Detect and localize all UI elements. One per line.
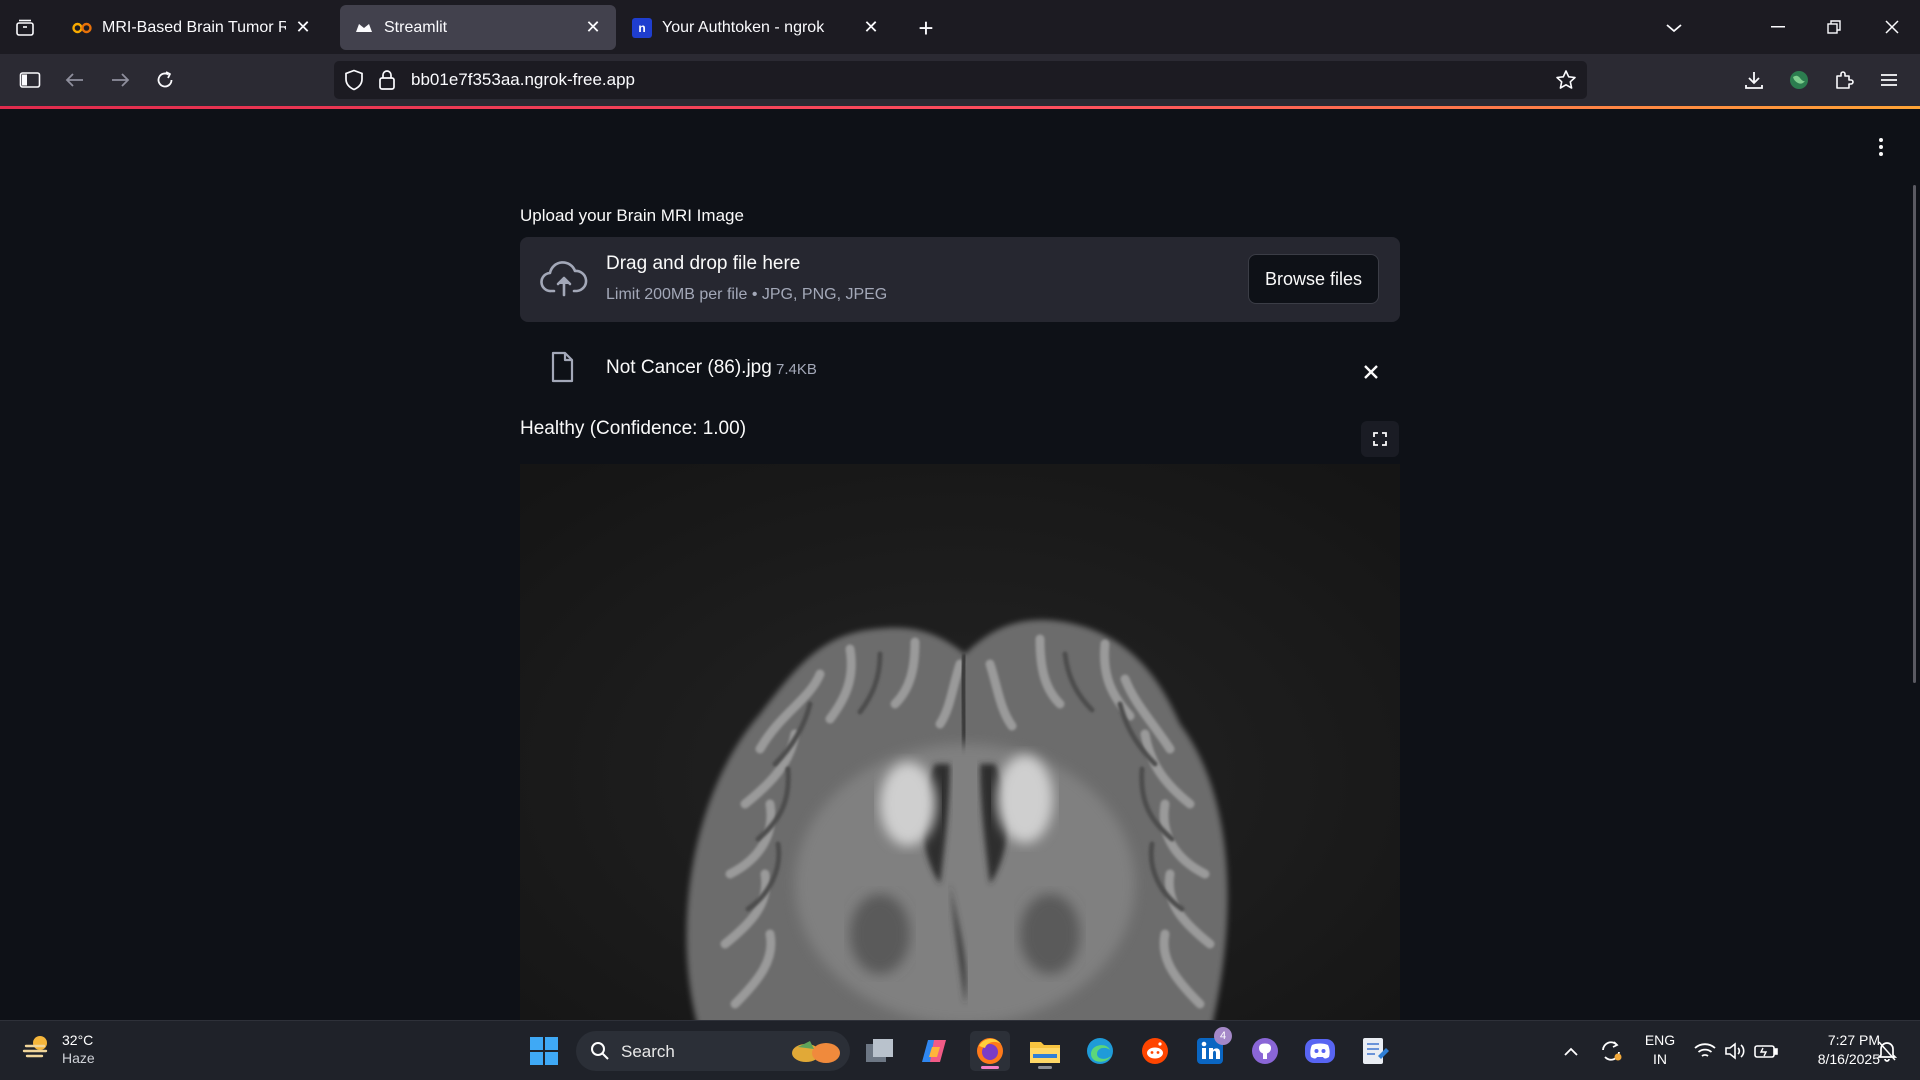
close-window-icon[interactable] [1872,10,1912,44]
lang-line1: ENG [1644,1032,1676,1048]
close-icon[interactable]: ✕ [860,17,882,39]
file-explorer-icon[interactable] [1025,1031,1065,1071]
tab-title: MRI-Based Brain Tumor Recogn [102,18,286,36]
menu-hamburger-icon[interactable] [1873,64,1905,96]
file-dropzone[interactable]: Drag and drop file here Limit 200MB per … [520,237,1400,322]
wifi-icon[interactable] [1692,1031,1718,1071]
taskbar-search[interactable]: Search [576,1031,850,1071]
extensions-puzzle-icon[interactable] [1828,64,1860,96]
search-label: Search [621,1042,675,1061]
uploader-label: Upload your Brain MRI Image [520,206,744,225]
new-tab-button[interactable]: + [912,13,940,43]
file-icon [550,351,574,388]
show-hidden-icons-chevron-icon[interactable] [1557,1031,1585,1071]
lock-icon[interactable] [378,69,396,96]
minimize-icon[interactable] [1758,10,1798,44]
browser-tab-strip: MRI-Based Brain Tumor Recogn ✕ Streamlit… [0,0,1920,54]
mri-image [520,464,1400,1020]
active-indicator [981,1066,999,1069]
discord-icon[interactable] [1300,1031,1340,1071]
restore-icon[interactable] [1814,10,1854,44]
back-icon[interactable] [59,64,91,96]
streamlit-app: Upload your Brain MRI Image Drag and dro… [0,109,1920,1020]
file-size: 7.4KB [776,361,817,378]
search-highlight-icon [790,1037,844,1070]
cloud-upload-icon [540,259,588,304]
running-indicator [1038,1066,1052,1069]
list-all-tabs-icon[interactable] [1660,14,1688,42]
weather-condition: Haze [62,1050,95,1066]
volume-icon[interactable] [1722,1031,1748,1071]
browser-navbar: bb01e7f353aa.ngrok-free.app [0,54,1920,106]
file-name: Not Cancer (86).jpg [606,357,772,378]
tab-overview-icon[interactable] [8,12,42,44]
system-clock[interactable]: 7:27 PM 8/16/2025 [1790,1031,1880,1069]
prediction-result: Healthy (Confidence: 1.00) [520,418,747,439]
url-bar[interactable]: bb01e7f353aa.ngrok-free.app [334,61,1587,99]
url-text[interactable]: bb01e7f353aa.ngrok-free.app [411,70,635,90]
tab-mri-colab[interactable]: MRI-Based Brain Tumor Recogn ✕ [58,5,326,50]
weather-temp: 32°C [62,1032,94,1048]
edge-icon[interactable] [1080,1031,1120,1071]
remove-file-icon[interactable] [1358,359,1384,385]
clock-time: 7:27 PM [1827,1032,1880,1048]
weather-haze-icon [22,1032,52,1067]
start-windows-icon[interactable] [524,1031,564,1071]
dropzone-hint: Limit 200MB per file • JPG, PNG, JPEG [606,286,888,303]
tracking-protection-icon[interactable] [344,69,364,96]
notepad-app-icon[interactable] [1355,1031,1395,1071]
reddit-icon[interactable] [1135,1031,1175,1071]
browse-files-button[interactable]: Browse files [1248,254,1379,304]
tab-title: Streamlit [384,18,448,36]
dropzone-title: Drag and drop file here [606,253,801,274]
app-menu-icon[interactable] [1870,132,1892,162]
page-scrollbar[interactable] [1913,185,1916,683]
weather-widget[interactable]: 32°C Haze [22,1031,95,1067]
extension-globe-icon[interactable] [1783,64,1815,96]
tab-ngrok[interactable]: n Your Authtoken - ngrok ✕ [618,5,894,50]
streamlit-icon [354,18,374,38]
colab-icon [72,18,92,38]
uploaded-file-row: Not Cancer (86).jpg 7.4KB [520,337,1400,407]
tab-streamlit[interactable]: Streamlit ✕ [340,5,616,50]
tab-title: Your Authtoken - ngrok [662,18,825,36]
close-icon[interactable]: ✕ [292,17,314,39]
battery-icon[interactable] [1752,1031,1780,1071]
copilot-icon[interactable] [915,1031,955,1071]
notifications-bell-icon[interactable] [1874,1031,1900,1071]
bookmark-star-icon[interactable] [1555,69,1577,96]
notification-badge: 4 [1214,1027,1232,1045]
input-language[interactable]: ENG IN [1640,1031,1680,1069]
ngrok-icon: n [632,17,652,38]
windows-taskbar: 32°C Haze Search 4 ENG IN 7:27 PM 8/16/2… [0,1020,1920,1080]
lang-line2: IN [1653,1051,1667,1067]
reload-icon[interactable] [149,64,181,96]
fullscreen-icon[interactable] [1361,421,1399,457]
linkedin-icon[interactable]: 4 [1190,1027,1232,1071]
github-icon[interactable] [1245,1031,1285,1071]
sidebar-toggle-icon[interactable] [14,64,46,96]
sync-icon[interactable] [1595,1031,1627,1071]
task-view-icon[interactable] [860,1031,900,1071]
downloads-icon[interactable] [1738,64,1770,96]
search-icon [590,1041,610,1066]
forward-icon[interactable] [104,64,136,96]
clock-date: 8/16/2025 [1817,1051,1880,1067]
close-icon[interactable]: ✕ [582,17,604,39]
firefox-icon[interactable] [970,1031,1010,1071]
